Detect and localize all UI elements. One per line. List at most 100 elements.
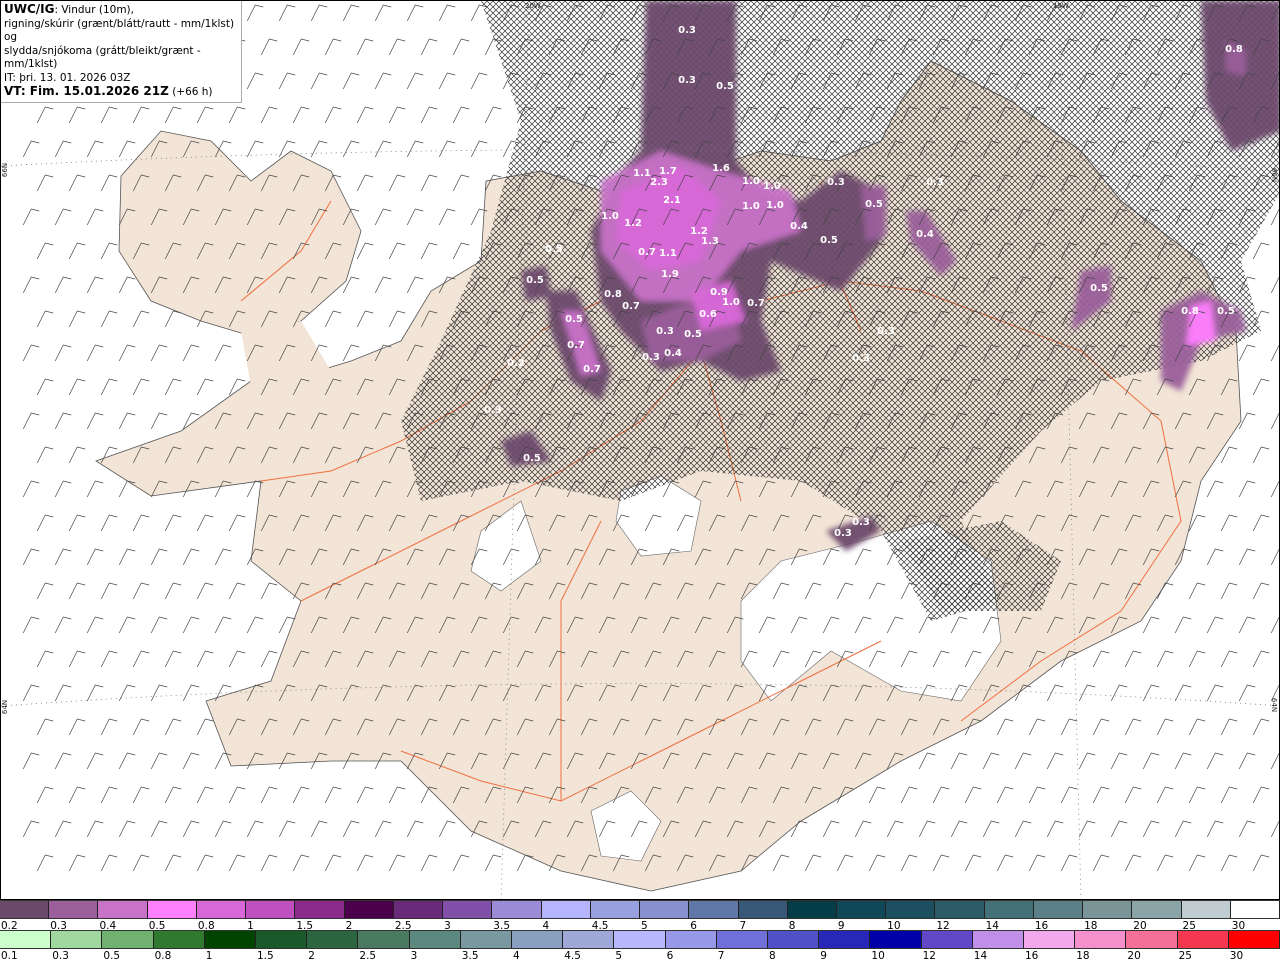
- wind-barb: [1238, 344, 1256, 362]
- precip-value-label: 1.7: [659, 166, 677, 177]
- rain-legend: 0.1 0.3 0.5 0.8 1 1.5 2 2.5 3 3.5 4 4.5 5 6 7 8 9 10 12 14 1…: [0, 930, 1280, 964]
- wind-barb: [324, 310, 342, 328]
- wind-barb: [100, 310, 118, 328]
- legend-label: 30: [1229, 950, 1244, 962]
- wind-barb: [356, 310, 374, 328]
- wind-barb: [374, 72, 392, 90]
- wind-barb: [132, 854, 150, 872]
- wind-barb: [324, 38, 342, 56]
- wind-barb: [438, 140, 456, 158]
- legend-label: 1.5: [257, 950, 274, 962]
- wind-barb: [1028, 854, 1046, 872]
- wind-barb: [182, 548, 200, 566]
- wind-barb: [1252, 650, 1270, 668]
- wind-barb: [1174, 752, 1192, 770]
- wind-barb: [388, 310, 406, 328]
- wind-barb: [388, 106, 406, 124]
- wind-barb: [310, 820, 328, 838]
- wind-barb: [310, 140, 328, 158]
- wind-barb: [1220, 582, 1238, 600]
- wind-barb: [1238, 616, 1256, 634]
- wind-barb: [260, 582, 278, 600]
- wind-barb: [246, 72, 264, 90]
- wind-barb: [1220, 718, 1238, 736]
- wind-barb: [100, 514, 118, 532]
- precip-value-label: 0.3: [484, 405, 502, 416]
- wind-barb: [54, 344, 72, 362]
- wind-barb: [438, 208, 456, 226]
- wind-barb: [1270, 752, 1280, 770]
- wind-barb: [1078, 684, 1096, 702]
- legend-swatch: [246, 901, 296, 918]
- precip-value-label: 0.5: [523, 453, 541, 464]
- wind-barb: [822, 820, 840, 838]
- wind-barb: [1238, 412, 1256, 430]
- legend-swatch: [590, 901, 641, 918]
- wind-barb: [1142, 684, 1160, 702]
- wind-barb: [132, 310, 150, 328]
- wind-barb: [1124, 786, 1142, 804]
- wind-barb: [1174, 684, 1192, 702]
- wind-barb: [86, 276, 104, 294]
- wind-barb: [86, 548, 104, 566]
- wind-barb: [1156, 854, 1174, 872]
- wind-barb: [452, 106, 470, 124]
- legend-swatch: [147, 901, 197, 918]
- legend-swatch: [256, 931, 308, 948]
- precip-value-label: 0.5: [820, 235, 838, 246]
- wind-barb: [54, 752, 72, 770]
- wind-barb: [100, 582, 118, 600]
- wind-barb: [1220, 786, 1238, 804]
- wind-barb: [164, 582, 182, 600]
- lat-label-66n-right: 66N: [1270, 167, 1279, 183]
- wind-barb: [36, 582, 54, 600]
- wind-barb: [356, 174, 374, 192]
- legend-swatch: [1181, 901, 1231, 918]
- precip-value-label: 0.4: [790, 221, 808, 232]
- rain-colorbar: [0, 930, 1280, 949]
- legend-swatch: [51, 931, 103, 948]
- wind-barb: [196, 854, 214, 872]
- precip-value-label: 0.3: [656, 326, 674, 337]
- legend-swatch: [1132, 901, 1182, 918]
- wind-barb: [132, 582, 150, 600]
- wind-barb: [932, 854, 950, 872]
- snow-legend: 0.2 0.3 0.4 0.5 0.8 1 1.5 2 2.5 3 3.5 4 4.5 5 6 7 8 9 10 12…: [0, 900, 1280, 934]
- wind-barb: [118, 752, 136, 770]
- wind-barb: [54, 820, 72, 838]
- precip-value-label: 1.6: [712, 163, 730, 174]
- wind-barb: [86, 412, 104, 430]
- wind-barb: [950, 820, 968, 838]
- legend-swatch: [1228, 931, 1280, 948]
- wind-barb: [1014, 820, 1032, 838]
- wind-barb: [388, 174, 406, 192]
- wind-barb: [164, 854, 182, 872]
- legend-label: 2: [308, 950, 315, 962]
- rain-legend-labels: 0.1 0.3 0.5 0.8 1 1.5 2 2.5 3 3.5 4 4.5 5 6 7 8 9 10 12 14 1…: [0, 949, 1280, 964]
- lat-label-66n-left: 66N: [1, 162, 10, 178]
- precip-value-label: 1.3: [701, 236, 719, 247]
- precip-value-label: 0.7: [747, 298, 765, 309]
- wind-barb: [1188, 786, 1206, 804]
- wind-barb: [854, 820, 872, 838]
- wind-barb: [68, 854, 86, 872]
- precip-value-label: 2.1: [663, 195, 681, 206]
- wind-barb: [918, 752, 936, 770]
- wind-barb: [1252, 786, 1270, 804]
- wind-barb: [196, 718, 214, 736]
- legend-label: 6: [666, 950, 674, 962]
- wind-barb: [1124, 854, 1142, 872]
- wind-barb: [22, 344, 40, 362]
- precip-value-label: 0.8: [1225, 44, 1243, 55]
- wind-barb: [36, 786, 54, 804]
- wind-barb: [260, 106, 278, 124]
- wind-barb: [36, 242, 54, 260]
- wind-barb: [1270, 276, 1280, 294]
- snow-colorbar: [0, 900, 1280, 919]
- legend-label: 0.8: [154, 950, 172, 962]
- wind-barb: [54, 684, 72, 702]
- wind-barb: [406, 72, 424, 90]
- wind-barb: [1110, 820, 1128, 838]
- wind-barb: [438, 72, 456, 90]
- precip-value-label: 0.5: [565, 314, 583, 325]
